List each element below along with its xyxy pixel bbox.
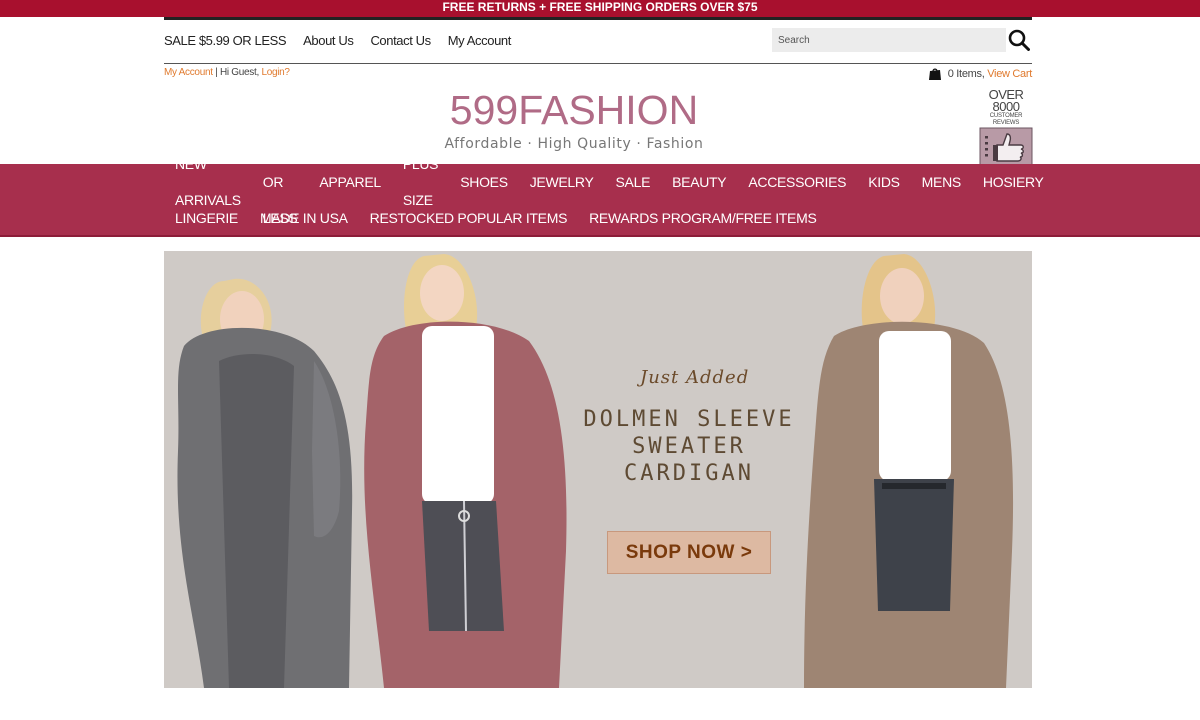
nav-hosiery[interactable]: HOSIERY: [972, 164, 1055, 200]
nav-kids[interactable]: KIDS: [857, 164, 910, 200]
nav-accessories[interactable]: ACCESSORIES: [737, 164, 857, 200]
login-link[interactable]: Login?: [261, 67, 290, 78]
reviews-count: OVER 8000: [988, 87, 1024, 114]
nav-shoes[interactable]: SHOES: [449, 164, 519, 200]
view-cart-link[interactable]: View Cart: [987, 68, 1032, 80]
logo-wordmark: 599FASHION: [449, 87, 699, 133]
promo-banner: FREE RETURNS + FREE SHIPPING ORDERS OVER…: [0, 0, 1200, 17]
top-links: SALE $5.99 OR LESS About Us Contact Us M…: [164, 33, 528, 51]
promo-divider: [164, 17, 1032, 20]
model-mocha-cardigan-image: [804, 254, 1014, 688]
guest-greeting: Hi Guest,: [219, 67, 262, 78]
hero-eyebrow: Just Added: [640, 367, 750, 388]
shop-now-button[interactable]: SHOP NOW >: [607, 531, 771, 574]
reviews-badge[interactable]: OVER 8000 CUSTOMER REVIEWS: [978, 87, 1034, 181]
cart-items-label: Items,: [953, 68, 988, 80]
hero-headline-line2: SWEATER CARDIGAN: [624, 434, 754, 486]
model-grey-cardigan-image: [177, 278, 353, 688]
nav-rewards-program[interactable]: REWARDS PROGRAM/FREE ITEMS: [578, 200, 827, 236]
main-nav: NEW ARRIVALS $5.99 OR LESS APPAREL PLUS …: [0, 138, 1200, 236]
reviews-caption: CUSTOMER REVIEWS: [989, 113, 1023, 126]
hero-headline: DOLMEN SLEEVE SWEATER CARDIGAN: [566, 406, 812, 487]
promo-text: FREE RETURNS + FREE SHIPPING ORDERS OVER…: [442, 0, 758, 14]
search-input[interactable]: [772, 28, 1006, 52]
nav-beauty[interactable]: BEAUTY: [661, 164, 737, 200]
toplink-my-account[interactable]: My Account: [448, 33, 512, 51]
nav-row-2: LINGERIE MADE IN USA RESTOCKED POPULAR I…: [164, 200, 1044, 236]
search-button[interactable]: [1008, 29, 1030, 51]
toplink-sale[interactable]: SALE $5.99 OR LESS: [164, 33, 287, 51]
account-greeting: My Account | Hi Guest, Login?: [164, 67, 290, 78]
nav-row-1: NEW ARRIVALS $5.99 OR LESS APPAREL PLUS …: [164, 138, 1044, 226]
my-account-link[interactable]: My Account: [164, 67, 213, 78]
nav-lingerie[interactable]: LINGERIE: [164, 200, 249, 236]
nav-apparel[interactable]: APPAREL: [308, 164, 391, 200]
cart-summary: 0 Items, View Cart: [928, 67, 1032, 81]
site-logo[interactable]: 599FASHION Affordable · High Quality · F…: [432, 84, 716, 162]
header-divider: [164, 63, 1032, 64]
shopping-bag-icon[interactable]: [928, 67, 942, 81]
nav-restocked-popular[interactable]: RESTOCKED POPULAR ITEMS: [359, 200, 578, 236]
search-icon: [1008, 29, 1030, 51]
nav-divider: [0, 235, 1200, 237]
account-separator: |: [212, 67, 220, 78]
nav-made-in-usa[interactable]: MADE IN USA: [249, 200, 359, 236]
model-rose-cardigan-image: [364, 254, 567, 688]
toplink-contact-us[interactable]: Contact Us: [370, 33, 431, 51]
nav-jewelry[interactable]: JEWELRY: [519, 164, 605, 200]
hero-headline-line1: DOLMEN SLEEVE: [583, 407, 795, 432]
nav-mens[interactable]: MENS: [911, 164, 972, 200]
nav-sale[interactable]: SALE: [605, 164, 662, 200]
toplink-about-us[interactable]: About Us: [303, 33, 354, 51]
logo-tagline: Affordable · High Quality · Fashion: [444, 136, 704, 152]
